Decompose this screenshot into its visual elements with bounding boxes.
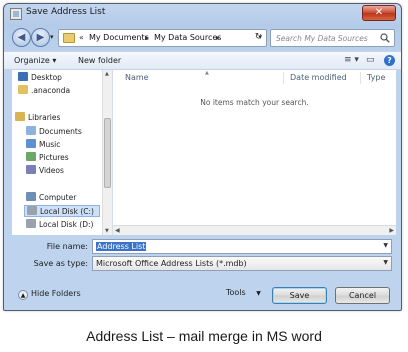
navigation-row: ◀ ▶ ▾ « My Documents ▸ My Data Sources ▸… [4,26,401,50]
nav-item-videos[interactable]: Videos [26,165,64,177]
recent-locations-chevron-icon[interactable]: ▾ [50,33,54,41]
nav-item-computer[interactable]: Computer [26,192,76,204]
forward-button[interactable]: ▶ [31,28,50,47]
nav-item-desktop[interactable]: Desktop [18,72,62,84]
videos-icon [26,165,36,174]
chevron-down-icon: ▼ [256,290,261,297]
column-header-type[interactable]: Type [367,73,385,82]
libraries-icon [15,112,25,121]
file-name-field[interactable]: Address List ▼ [92,239,392,254]
nav-item-music[interactable]: Music [26,139,60,151]
refresh-icon[interactable]: ↻ [251,29,266,45]
cancel-button[interactable]: Cancel [335,287,390,304]
nav-item-label: Music [39,140,61,149]
scroll-down-icon[interactable]: ▼ [105,228,109,234]
disk-icon [26,219,36,228]
column-divider[interactable] [283,72,284,84]
nav-item-label: Videos [39,166,64,175]
chevron-down-icon[interactable]: ▼ [383,242,388,249]
hide-folders-label: Hide Folders [31,289,81,298]
overflow-chevron-icon[interactable]: « [79,33,84,42]
nav-item-label: Computer [39,193,77,202]
scroll-left-icon[interactable]: ◀ [115,227,120,234]
empty-list-message: No items match your search. [200,98,309,107]
scrollbar-thumb[interactable] [104,118,111,188]
help-icon[interactable]: ? [384,55,395,66]
screenshot: Save Address List ✕ ◀ ▶ ▾ « My Documents… [0,0,408,352]
preview-pane-icon[interactable]: ▭ [366,55,375,65]
organize-button[interactable]: Organize ▾ [14,56,56,65]
navigation-pane: Desktop .anaconda Libraries Documents Mu… [12,70,113,235]
tools-button[interactable]: Tools ▼ [226,288,261,297]
nav-item-libraries[interactable]: Libraries [15,112,60,124]
search-input[interactable]: Search My Data Sources [270,29,395,47]
breadcrumb-separator-icon[interactable]: ▸ [216,33,220,42]
nav-pane-scrollbar[interactable]: ▲ ▼ [102,70,112,235]
chevron-up-icon: ▲ [18,290,28,300]
save-dialog: Save Address List ✕ ◀ ▶ ▾ « My Documents… [3,3,402,311]
nav-item-label: Documents [39,127,82,136]
file-list-scrollbar[interactable]: ◀ ▶ [113,225,396,235]
nav-item-label: Local Disk (C:) [40,207,94,216]
new-folder-button[interactable]: New folder [78,56,121,65]
folder-icon [63,33,75,43]
close-button[interactable]: ✕ [362,5,396,21]
disk-icon [27,206,37,215]
breadcrumb-separator-icon[interactable]: ▸ [145,33,149,42]
scroll-up-icon[interactable]: ▲ [105,71,109,77]
nav-item-label: Desktop [31,73,62,82]
tools-label: Tools [226,288,246,297]
nav-item-label: Local Disk (D:) [39,220,94,229]
nav-item-pictures[interactable]: Pictures [26,152,69,164]
music-icon [26,139,36,148]
address-bar[interactable]: « My Documents ▸ My Data Sources ▸ ▾ [58,29,267,47]
command-toolbar: Organize ▾ New folder ≡ ▾ ▭ ? [4,51,401,70]
save-as-type-select[interactable]: Microsoft Office Address Lists (*.mdb) ▼ [92,256,392,271]
documents-icon [26,126,36,135]
search-icon [380,33,390,43]
nav-item-anaconda[interactable]: .anaconda [18,85,70,97]
nav-item-label: .anaconda [31,86,71,95]
title-bar: Save Address List ✕ [4,4,401,24]
column-divider[interactable] [360,72,361,84]
search-placeholder: Search My Data Sources [276,34,368,43]
breadcrumb-my-documents[interactable]: My Documents [89,33,149,42]
hide-folders-button[interactable]: ▲ Hide Folders [18,289,81,300]
column-header-name[interactable]: Name [125,73,149,82]
column-header-date-modified[interactable]: Date modified [290,73,347,82]
file-list: Name ▲ Date modified Type No items match… [113,70,396,235]
save-as-type-label: Save as type: [33,259,88,268]
scroll-right-icon[interactable]: ▶ [389,227,394,234]
folder-icon [18,85,28,94]
views-icon[interactable]: ≡ ▾ [344,55,359,65]
file-name-value: Address List [96,242,147,251]
nav-item-label: Libraries [28,113,61,122]
chevron-down-icon[interactable]: ▼ [383,259,388,266]
back-button[interactable]: ◀ [12,28,31,47]
dialog-icon [10,8,22,20]
dialog-title: Save Address List [26,7,106,17]
desktop-icon [18,72,28,81]
pictures-icon [26,152,36,161]
save-as-type-value: Microsoft Office Address Lists (*.mdb) [96,259,247,268]
sort-indicator-icon: ▲ [205,70,209,76]
nav-item-label: Pictures [39,153,69,162]
save-button[interactable]: Save [272,287,327,304]
nav-item-local-disk-d[interactable]: Local Disk (D:) [26,219,93,231]
nav-item-local-disk-c[interactable]: Local Disk (C:) [24,205,100,217]
file-name-label: File name: [46,242,88,251]
breadcrumb-my-data-sources[interactable]: My Data Sources [154,33,221,42]
nav-item-documents[interactable]: Documents [26,126,82,138]
image-caption: Address List – mail merge in MS word [86,328,322,344]
computer-icon [26,192,36,201]
